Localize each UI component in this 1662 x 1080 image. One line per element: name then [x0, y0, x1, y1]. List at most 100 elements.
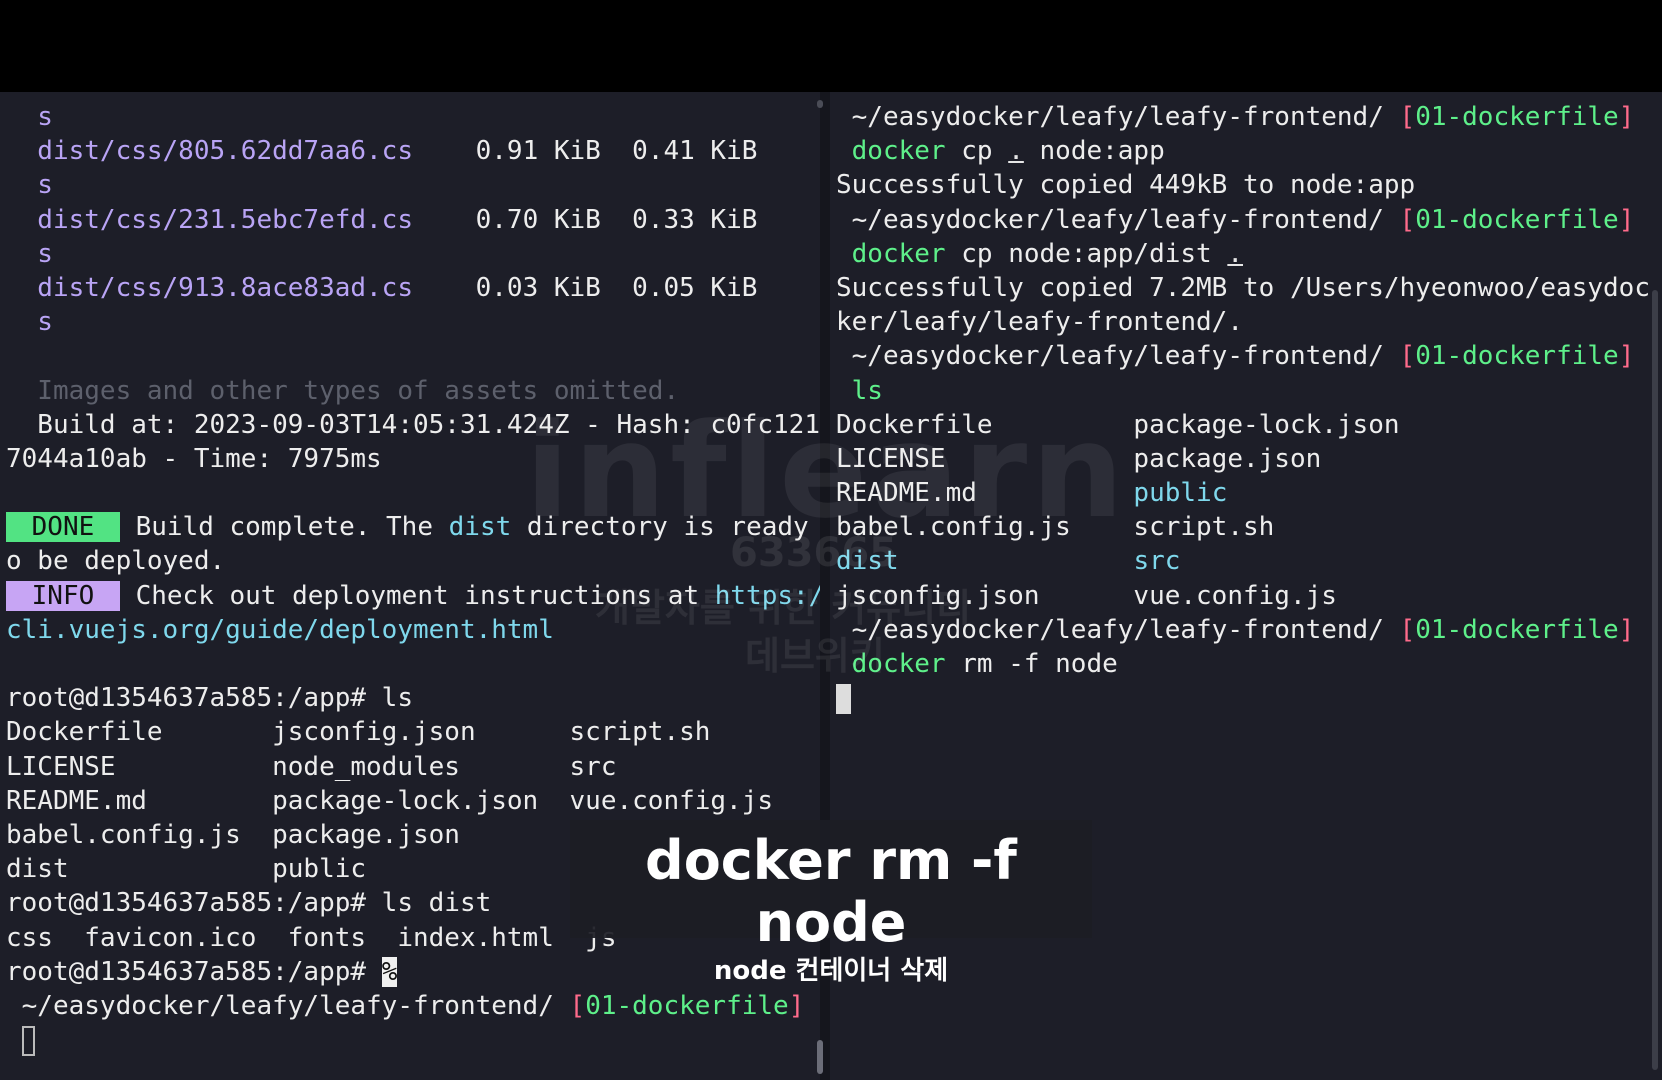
terminal-text: o be deployed.: [6, 546, 226, 577]
terminal-line: README.md package-lock.json vue.config.j…: [6, 784, 820, 818]
terminal-line: Images and other types of assets omitted…: [6, 374, 820, 408]
terminal-text: root@d1354637a585:/app# ls dist: [6, 888, 492, 919]
terminal-line: [6, 1023, 820, 1057]
terminal-text: cp node:app/dist: [945, 238, 1228, 269]
terminal-text: Build at: 2023-09-03T14:05:31.424Z - Has…: [6, 409, 820, 440]
terminal-text: dist public: [6, 854, 367, 885]
terminal-line: s: [6, 237, 820, 271]
terminal-text: ]: [1618, 204, 1635, 235]
terminal-text: node:app: [1023, 136, 1165, 167]
terminal-text: dist: [836, 546, 899, 577]
video-caption: docker rm -f node node 컨테이너 삭제: [570, 820, 1092, 986]
terminal-text: ~/easydocker/leafy/leafy-frontend/: [836, 614, 1400, 645]
terminal-text: ker/leafy/leafy-frontend/.: [836, 307, 1243, 338]
left-scrollbar-top[interactable]: [817, 100, 823, 108]
terminal-text: 01-dockerfile: [1415, 341, 1619, 372]
terminal-line: dist src: [836, 544, 1650, 578]
terminal-line: [836, 681, 1650, 715]
terminal-text: cp: [945, 136, 1009, 167]
terminal-line: docker rm -f node: [836, 647, 1650, 681]
caption-main: docker rm -f node: [645, 829, 1017, 954]
terminal-text: ]: [1618, 341, 1635, 372]
terminal-text: babel.config.js script.sh: [836, 512, 1275, 543]
terminal-text: dist/css/805.62dd7aa6.cs: [6, 136, 413, 167]
terminal-text: Images and other types of assets omitted…: [6, 375, 680, 406]
terminal-text: cli.vuejs.org/guide/deployment.html: [6, 614, 554, 645]
terminal-line: Dockerfile jsconfig.json script.sh: [6, 715, 820, 749]
terminal-text: docker: [836, 649, 946, 679]
terminal-line: 7044a10ab - Time: 7975ms: [6, 442, 820, 476]
terminal-cursor: %: [381, 956, 398, 987]
terminal-text: ]: [1618, 614, 1635, 645]
terminal-text: 0.91 KiB 0.41 KiB: [413, 136, 758, 167]
terminal-text: ]: [1618, 102, 1635, 132]
terminal-text: LICENSE package.json: [836, 443, 1322, 474]
terminal-text: ~/easydocker/leafy/leafy-frontend/: [836, 102, 1400, 132]
terminal-text: docker: [836, 136, 946, 167]
terminal-text: 01-dockerfile: [585, 990, 789, 1021]
terminal-line: Build at: 2023-09-03T14:05:31.424Z - Has…: [6, 408, 820, 442]
terminal-text: Build complete. The: [119, 512, 449, 543]
terminal-cursor: [21, 1025, 35, 1056]
right-terminal-output: ~/easydocker/leafy/leafy-frontend/ [01-d…: [836, 100, 1650, 715]
terminal-text: .: [1008, 136, 1024, 167]
terminal-text: [: [1399, 102, 1416, 132]
terminal-line: Successfully copied 7.2MB to /Users/hyeo…: [836, 271, 1650, 305]
terminal-line: Dockerfile package-lock.json: [836, 408, 1650, 442]
terminal-text: [: [1399, 341, 1416, 372]
terminal-text: https://: [714, 580, 820, 611]
terminal-line: ~/easydocker/leafy/leafy-frontend/ [01-d…: [836, 613, 1650, 647]
terminal-line: ~/easydocker/leafy/leafy-frontend/ [01-d…: [836, 339, 1650, 373]
terminal-text: directory is ready t: [511, 512, 820, 543]
terminal-text: root@d1354637a585:/app#: [6, 956, 382, 987]
terminal-text: [: [1399, 614, 1416, 645]
terminal-line: ~/easydocker/leafy/leafy-frontend/ [01-d…: [836, 100, 1650, 134]
terminal-text: s: [6, 307, 53, 338]
terminal-text: [: [1399, 204, 1416, 235]
terminal-line: ~/easydocker/leafy/leafy-frontend/ [01-d…: [6, 989, 820, 1023]
terminal-text: ~/easydocker/leafy/leafy-frontend/: [6, 990, 570, 1021]
terminal-line: s: [6, 100, 820, 134]
terminal-text: public: [1133, 478, 1228, 509]
terminal-text: 7044a10ab - Time: 7975ms: [6, 443, 382, 474]
terminal-text: 01-dockerfile: [1415, 614, 1619, 645]
status-badge: INFO: [6, 580, 120, 611]
terminal-text: ]: [788, 990, 805, 1021]
terminal-text: ls: [836, 375, 883, 406]
terminal-line: docker cp . node:app: [836, 134, 1650, 168]
terminal-text: root@d1354637a585:/app# ls: [6, 683, 413, 714]
terminal-text: README.md package-lock.json vue.config.j…: [6, 785, 774, 816]
terminal-text: Check out deployment instructions at: [119, 580, 715, 611]
terminal-text: dist: [448, 512, 512, 543]
left-scrollbar-thumb[interactable]: [817, 1040, 823, 1074]
terminal-text: ~/easydocker/leafy/leafy-frontend/: [836, 204, 1400, 235]
terminal-line: jsconfig.json vue.config.js: [836, 579, 1650, 613]
terminal-text: [: [569, 990, 586, 1021]
terminal-text: babel.config.js package.json: [6, 819, 460, 850]
terminal-text: s: [6, 170, 53, 201]
terminal-line: INFO Check out deployment instructions a…: [6, 579, 820, 613]
terminal-text: Dockerfile jsconfig.json script.sh: [6, 717, 711, 748]
terminal-line: README.md public: [836, 476, 1650, 510]
terminal-line: babel.config.js script.sh: [836, 510, 1650, 544]
terminal-line: ls: [836, 374, 1650, 408]
terminal-text: ~/easydocker/leafy/leafy-frontend/: [836, 341, 1400, 372]
terminal-text: 0.70 KiB 0.33 KiB: [413, 204, 758, 235]
video-top-letterbox: [0, 0, 1662, 92]
terminal-line: LICENSE package.json: [836, 442, 1650, 476]
status-badge: DONE: [6, 512, 120, 543]
terminal-text: jsconfig.json vue.config.js: [836, 580, 1337, 611]
terminal-line: dist/css/231.5ebc7efd.cs 0.70 KiB 0.33 K…: [6, 203, 820, 237]
terminal-text: dist/css/231.5ebc7efd.cs: [6, 204, 413, 235]
terminal-text: dist/css/913.8ace83ad.cs: [6, 272, 413, 303]
terminal-text: 01-dockerfile: [1415, 102, 1619, 132]
terminal-line: cli.vuejs.org/guide/deployment.html: [6, 613, 820, 647]
terminal-line: s: [6, 305, 820, 339]
terminal-text: README.md: [836, 478, 1134, 509]
right-scrollbar-thumb[interactable]: [1652, 290, 1658, 1070]
terminal-text: rm -f node: [945, 649, 1118, 679]
